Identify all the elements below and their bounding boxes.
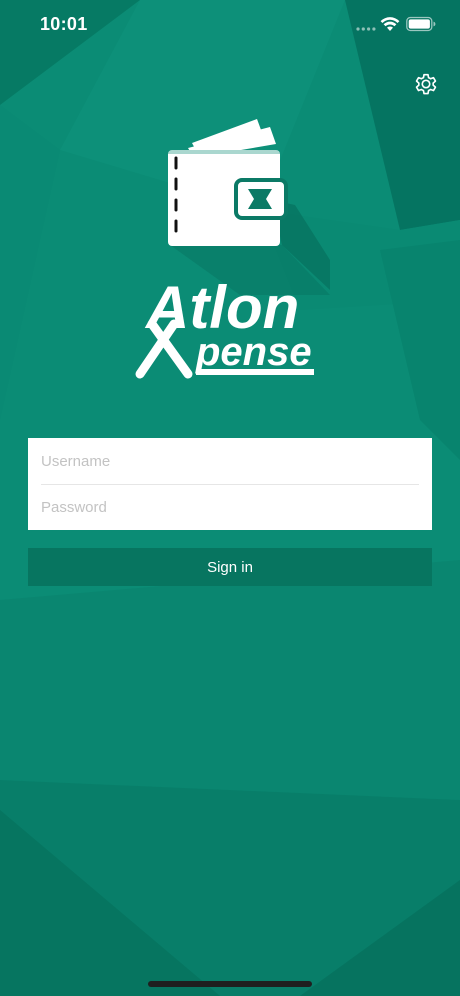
gear-icon <box>415 73 437 95</box>
sign-in-button[interactable]: Sign in <box>28 548 432 586</box>
login-card <box>28 438 432 530</box>
battery-icon <box>406 16 436 32</box>
password-input[interactable] <box>28 484 432 530</box>
username-input[interactable] <box>28 438 432 484</box>
status-bar: 10:01 <box>0 0 460 52</box>
wallet-icon: Atlon pense <box>135 119 330 379</box>
cellular-dots-icon <box>356 27 376 31</box>
brand-line2: pense <box>195 330 312 374</box>
status-time: 10:01 <box>40 14 88 34</box>
wifi-icon <box>380 17 400 31</box>
app-logo: Atlon pense <box>130 110 330 385</box>
home-indicator <box>148 981 312 987</box>
login-screen: 10:01 Atlon pense Username Sign in <box>0 0 460 996</box>
settings-button[interactable] <box>412 70 440 98</box>
